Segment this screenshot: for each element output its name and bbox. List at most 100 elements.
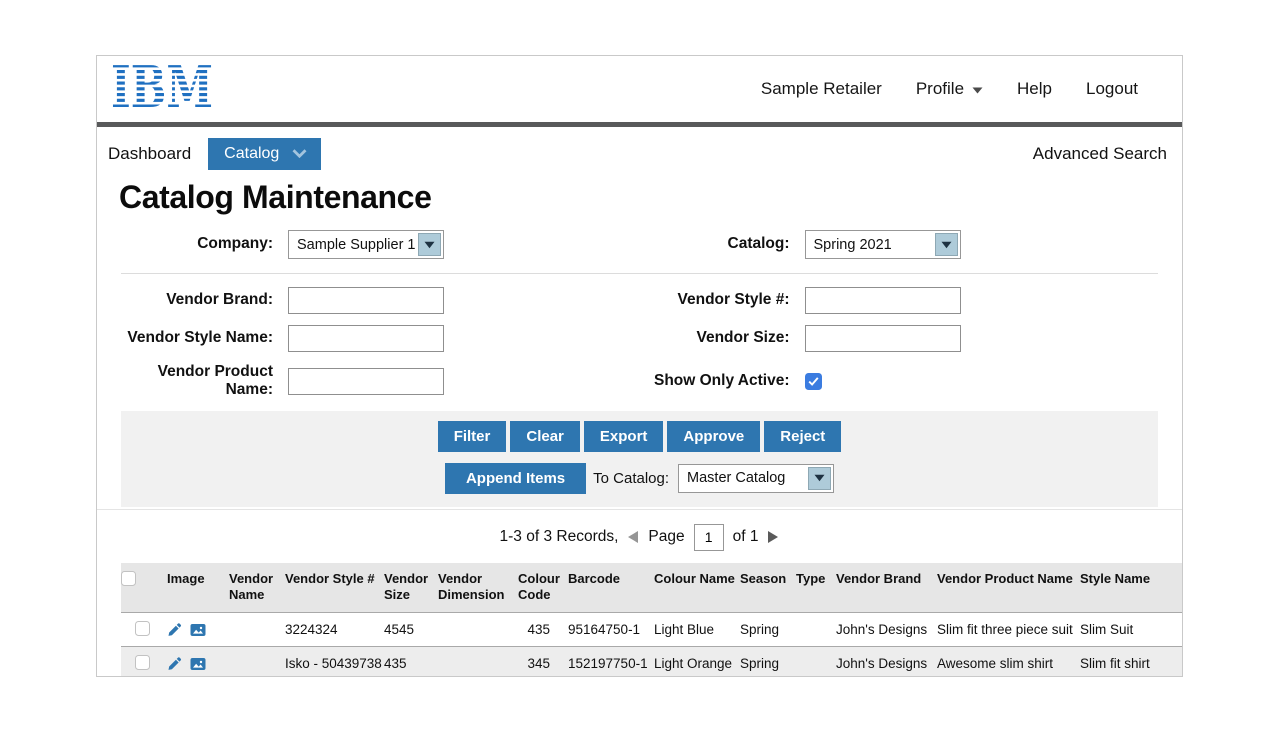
table-cell: Isko - 50439738 bbox=[285, 647, 384, 677]
to-catalog-select-value: Master Catalog bbox=[679, 470, 808, 486]
chevron-down-icon bbox=[292, 145, 307, 163]
profile-label: Profile bbox=[916, 79, 964, 99]
image-icon[interactable] bbox=[190, 622, 206, 638]
clear-button[interactable]: Clear bbox=[510, 421, 580, 452]
previous-page-icon[interactable] bbox=[627, 530, 639, 544]
ibm-logo: IBM bbox=[111, 64, 215, 115]
catalog-label: Catalog: bbox=[640, 235, 790, 253]
vendor-style-name-input[interactable] bbox=[288, 325, 444, 352]
column-header: Vendor Product Name bbox=[937, 563, 1080, 613]
column-header: Image bbox=[167, 563, 229, 613]
image-icon[interactable] bbox=[190, 656, 206, 672]
to-catalog-label: To Catalog: bbox=[593, 470, 669, 487]
table-cell bbox=[229, 613, 285, 647]
table-cell: Spring bbox=[740, 647, 796, 677]
catalog-select-value: Spring 2021 bbox=[806, 237, 935, 253]
table-cell: Slim Suit bbox=[1080, 613, 1182, 647]
table-cell: Awesome slim shirt bbox=[937, 647, 1080, 677]
company-select[interactable]: Sample Supplier 1 bbox=[288, 230, 444, 259]
nav-help[interactable]: Help bbox=[1017, 79, 1052, 99]
column-header: Colour Code bbox=[518, 563, 568, 613]
table-row: Isko - 50439738 435 345 152197750-1 Ligh… bbox=[121, 647, 1182, 677]
column-header: Season bbox=[740, 563, 796, 613]
catalog-table: Image Vendor Name Vendor Style # Vendor … bbox=[121, 563, 1182, 677]
vendor-product-name-input[interactable] bbox=[288, 368, 444, 395]
vendor-product-name-label: Vendor Product Name: bbox=[107, 363, 273, 400]
show-only-active-checkbox[interactable] bbox=[805, 373, 822, 390]
table-cell: Light Orange bbox=[654, 647, 740, 677]
company-label: Company: bbox=[107, 235, 273, 253]
table-cell bbox=[796, 613, 836, 647]
column-header: Barcode bbox=[568, 563, 654, 613]
table-cell bbox=[438, 647, 518, 677]
catalog-menu-label: Catalog bbox=[224, 145, 279, 163]
reject-button[interactable]: Reject bbox=[764, 421, 841, 452]
column-header: Colour Name bbox=[654, 563, 740, 613]
page-number-input[interactable] bbox=[694, 524, 724, 551]
append-items-button[interactable]: Append Items bbox=[445, 463, 586, 494]
table-cell: 95164750-1 bbox=[568, 613, 654, 647]
table-cell: Light Blue bbox=[654, 613, 740, 647]
table-cell: 152197750-1 bbox=[568, 647, 654, 677]
row-checkbox[interactable] bbox=[135, 655, 150, 670]
vendor-brand-input[interactable] bbox=[288, 287, 444, 314]
page-of-text: of 1 bbox=[733, 528, 759, 546]
column-header: Vendor Size bbox=[384, 563, 438, 613]
vendor-brand-label: Vendor Brand: bbox=[107, 291, 273, 309]
top-bar: IBM Sample Retailer Profile bbox=[97, 56, 1182, 122]
table-cell bbox=[229, 647, 285, 677]
table-cell: 435 bbox=[384, 647, 438, 677]
table-cell bbox=[796, 647, 836, 677]
filter-button[interactable]: Filter bbox=[438, 421, 507, 452]
vendor-size-label: Vendor Size: bbox=[640, 329, 790, 347]
nav-logout[interactable]: Logout bbox=[1086, 79, 1138, 99]
vendor-style-name-label: Vendor Style Name: bbox=[107, 329, 273, 347]
column-header: Vendor Dimension bbox=[438, 563, 518, 613]
column-header: Type bbox=[796, 563, 836, 613]
table-cell: John's Designs bbox=[836, 613, 937, 647]
caret-down-icon bbox=[418, 233, 441, 256]
column-header: Vendor Name bbox=[229, 563, 285, 613]
vendor-style-num-label: Vendor Style #: bbox=[640, 291, 790, 309]
table-cell: Slim fit three piece suit bbox=[937, 613, 1080, 647]
edit-icon[interactable] bbox=[167, 656, 182, 671]
catalog-select[interactable]: Spring 2021 bbox=[805, 230, 961, 259]
actions-panel: Filter Clear Export Approve Reject Appen… bbox=[121, 411, 1158, 507]
table-header-row: Image Vendor Name Vendor Style # Vendor … bbox=[121, 563, 1182, 613]
top-nav: Sample Retailer Profile Help Logout bbox=[761, 79, 1138, 99]
table-cell: 3224324 bbox=[285, 613, 384, 647]
vendor-size-input[interactable] bbox=[805, 325, 961, 352]
table-cell bbox=[438, 613, 518, 647]
page-label: Page bbox=[648, 528, 684, 546]
caret-down-icon bbox=[935, 233, 958, 256]
table-cell: Slim fit shirt bbox=[1080, 647, 1182, 677]
vendor-style-num-input[interactable] bbox=[805, 287, 961, 314]
row-checkbox[interactable] bbox=[135, 621, 150, 636]
show-only-active-label: Show Only Active: bbox=[640, 372, 790, 390]
table-cell: Spring bbox=[740, 613, 796, 647]
table-row: 3224324 4545 435 95164750-1 Light Blue S… bbox=[121, 613, 1182, 647]
column-header: Vendor Brand bbox=[836, 563, 937, 613]
table-cell: John's Designs bbox=[836, 647, 937, 677]
records-count-text: 1-3 of 3 Records, bbox=[500, 528, 619, 546]
next-page-icon[interactable] bbox=[767, 530, 779, 544]
advanced-search-link[interactable]: Advanced Search bbox=[1033, 144, 1168, 164]
approve-button[interactable]: Approve bbox=[667, 421, 760, 452]
breadcrumb: Dashboard Catalog Advanced Search bbox=[97, 127, 1182, 170]
caret-down-icon bbox=[808, 467, 831, 490]
caret-down-icon bbox=[972, 79, 983, 99]
nav-profile[interactable]: Profile bbox=[916, 79, 983, 99]
edit-icon[interactable] bbox=[167, 622, 182, 637]
to-catalog-select[interactable]: Master Catalog bbox=[678, 464, 834, 493]
divider bbox=[121, 273, 1158, 274]
main-window: IBM Sample Retailer Profile bbox=[96, 55, 1183, 677]
table-cell: 345 bbox=[518, 647, 568, 677]
table-cell: 4545 bbox=[384, 613, 438, 647]
nav-retailer: Sample Retailer bbox=[761, 79, 882, 99]
nav-dashboard[interactable]: Dashboard bbox=[108, 144, 191, 164]
table-cell: 435 bbox=[518, 613, 568, 647]
select-all-checkbox[interactable] bbox=[121, 571, 136, 586]
export-button[interactable]: Export bbox=[584, 421, 664, 452]
company-select-value: Sample Supplier 1 bbox=[289, 237, 418, 253]
catalog-menu-button[interactable]: Catalog bbox=[208, 138, 321, 170]
